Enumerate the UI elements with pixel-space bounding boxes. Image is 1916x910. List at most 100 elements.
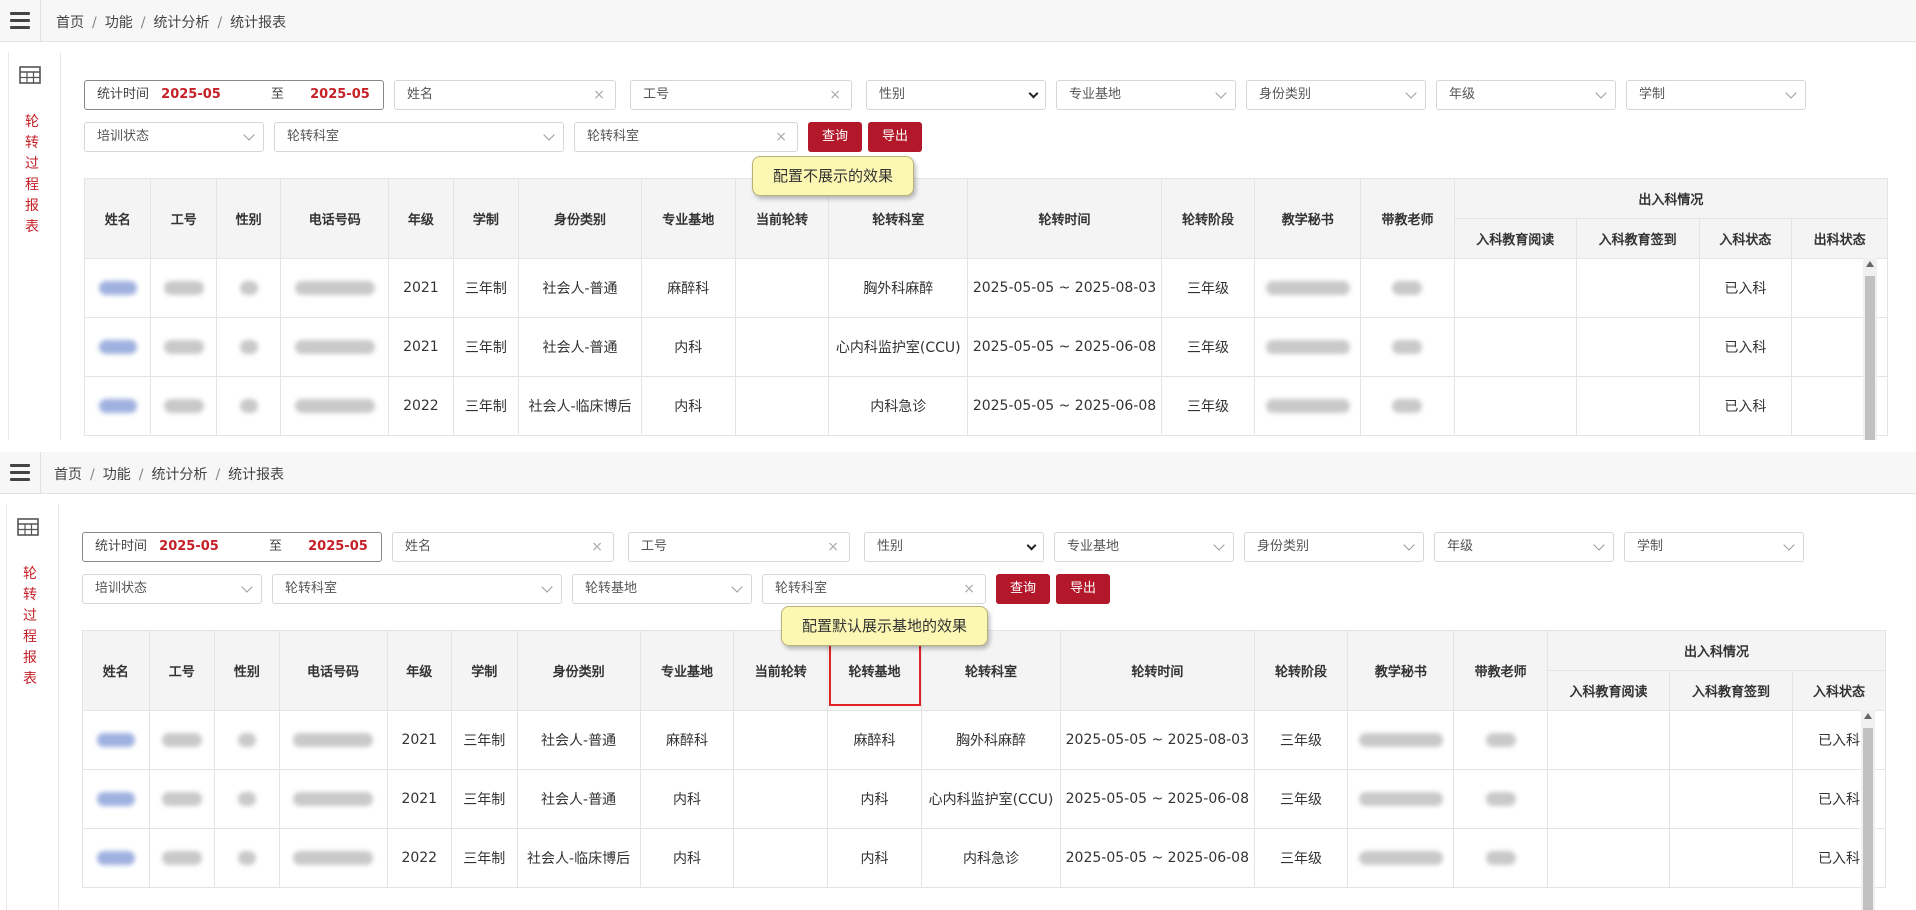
cell-rot-dept: 心内科监护室(CCU)	[920, 769, 1062, 829]
table-icon[interactable]	[17, 518, 39, 536]
col-workno[interactable]: 工号	[148, 630, 216, 711]
col-rot-time[interactable]: 轮转时间	[1060, 630, 1255, 711]
col-teacher[interactable]: 带教老师	[1360, 178, 1455, 259]
menu-toggle-icon[interactable]	[10, 464, 30, 482]
rotation-dept-select[interactable]: 轮转科室	[274, 122, 564, 152]
side-tab-label[interactable]: 轮转过程报表	[23, 564, 39, 690]
name-input[interactable]: 姓名 ×	[394, 80, 616, 110]
gender-select[interactable]: 性别	[866, 80, 1046, 110]
breadcrumb-home[interactable]: 首页	[54, 464, 82, 484]
clear-icon[interactable]: ×	[829, 81, 841, 109]
col-phone[interactable]: 电话号码	[280, 178, 390, 259]
major-base-select[interactable]: 专业基地	[1054, 532, 1234, 562]
col-edu-read[interactable]: 入科教育阅读	[1547, 670, 1671, 711]
col-in-status[interactable]: 入科状态	[1792, 670, 1886, 711]
col-identity[interactable]: 身份类别	[516, 630, 641, 711]
col-grade[interactable]: 年级	[386, 630, 453, 711]
rotation-dept-input[interactable]: 轮转科室 ×	[762, 574, 986, 604]
rotation-dept-select[interactable]: 轮转科室	[272, 574, 562, 604]
col-edu-read[interactable]: 入科教育阅读	[1453, 218, 1577, 259]
date-start[interactable]: 2025-05	[159, 539, 219, 554]
breadcrumb-function[interactable]: 功能	[103, 464, 131, 484]
breadcrumb-statistics[interactable]: 统计分析	[153, 12, 209, 32]
workno-input[interactable]: 工号 ×	[628, 532, 850, 562]
table-scrollbar[interactable]	[1863, 258, 1877, 440]
clear-icon[interactable]: ×	[591, 533, 603, 561]
name-input[interactable]: 姓名 ×	[392, 532, 614, 562]
col-phone[interactable]: 电话号码	[278, 630, 388, 711]
identity-select[interactable]: 身份类别	[1246, 80, 1426, 110]
query-button[interactable]: 查询	[808, 122, 862, 152]
col-grade[interactable]: 年级	[388, 178, 454, 259]
query-button[interactable]: 查询	[996, 574, 1050, 604]
clear-icon[interactable]: ×	[827, 533, 839, 561]
menu-toggle-icon[interactable]	[10, 12, 30, 30]
table-row[interactable]: 2021 三年制 社会人-普通 麻醉科 胸外科麻醉 2025-05-05 ~ 2…	[84, 258, 1888, 318]
date-start[interactable]: 2025-05	[161, 87, 221, 102]
col-edu-sign[interactable]: 入科教育签到	[1669, 670, 1794, 711]
workno-input[interactable]: 工号 ×	[630, 80, 852, 110]
scroll-up-arrow-icon[interactable]	[1864, 713, 1872, 719]
col-gender[interactable]: 性别	[215, 178, 282, 259]
date-range-field[interactable]: 统计时间 2025-05 至 2025-05	[84, 80, 384, 110]
name-link-blurred[interactable]	[98, 340, 137, 354]
col-system[interactable]: 学制	[452, 178, 520, 259]
table-row[interactable]: 2021 三年制 社会人-普通 内科 内科 心内科监护室(CCU) 2025-0…	[82, 769, 1886, 829]
train-status-select[interactable]: 培训状态	[84, 122, 264, 152]
grade-select[interactable]: 年级	[1434, 532, 1614, 562]
gender-placeholder: 性别	[879, 87, 906, 102]
date-end[interactable]: 2025-05	[308, 539, 368, 554]
col-major-base[interactable]: 专业基地	[640, 178, 736, 259]
breadcrumb-statistics[interactable]: 统计分析	[151, 464, 207, 484]
col-identity[interactable]: 身份类别	[518, 178, 642, 259]
col-rot-stage[interactable]: 轮转阶段	[1160, 178, 1256, 259]
col-rot-stage[interactable]: 轮转阶段	[1253, 630, 1349, 711]
scroll-thumb[interactable]	[1863, 728, 1873, 910]
table-icon[interactable]	[19, 66, 41, 84]
name-link-blurred[interactable]	[98, 281, 137, 295]
rotation-base-select[interactable]: 轮转基地	[572, 574, 752, 604]
col-system[interactable]: 学制	[451, 630, 518, 711]
col-workno[interactable]: 工号	[150, 178, 217, 259]
grade-select[interactable]: 年级	[1436, 80, 1616, 110]
identity-select[interactable]: 身份类别	[1244, 532, 1424, 562]
table-row[interactable]: 2021 三年制 社会人-普通 麻醉科 麻醉科 胸外科麻醉 2025-05-05…	[82, 710, 1886, 770]
col-out-status[interactable]: 出科状态	[1791, 218, 1888, 259]
rotation-dept-input[interactable]: 轮转科室 ×	[574, 122, 798, 152]
major-base-select[interactable]: 专业基地	[1056, 80, 1236, 110]
date-range-field[interactable]: 统计时间 2025-05 至 2025-05	[82, 532, 382, 562]
col-gender[interactable]: 性别	[214, 630, 280, 711]
col-secretary[interactable]: 教学秘书	[1347, 630, 1455, 711]
scroll-up-arrow-icon[interactable]	[1866, 261, 1874, 267]
scroll-thumb[interactable]	[1865, 276, 1875, 440]
name-link-blurred[interactable]	[98, 399, 137, 413]
table-row[interactable]: 2021 三年制 社会人-普通 内科 心内科监护室(CCU) 2025-05-0…	[84, 317, 1888, 377]
name-link-blurred[interactable]	[96, 733, 135, 747]
col-teacher[interactable]: 带教老师	[1453, 630, 1549, 711]
breadcrumb-home[interactable]: 首页	[56, 12, 84, 32]
edu-system-select[interactable]: 学制	[1624, 532, 1804, 562]
date-end[interactable]: 2025-05	[310, 87, 370, 102]
gender-select[interactable]: 性别	[864, 532, 1044, 562]
breadcrumb-function[interactable]: 功能	[105, 12, 133, 32]
clear-icon[interactable]: ×	[593, 81, 605, 109]
name-link-blurred[interactable]	[96, 851, 135, 865]
side-tab-label[interactable]: 轮转过程报表	[25, 112, 41, 238]
col-rot-time[interactable]: 轮转时间	[967, 178, 1162, 259]
clear-icon[interactable]: ×	[775, 123, 787, 151]
name-link-blurred[interactable]	[96, 792, 135, 806]
table-scrollbar[interactable]	[1861, 710, 1875, 910]
col-secretary[interactable]: 教学秘书	[1254, 178, 1362, 259]
col-name[interactable]: 姓名	[82, 630, 150, 711]
export-button[interactable]: 导出	[868, 122, 922, 152]
col-name[interactable]: 姓名	[84, 178, 152, 259]
table-row[interactable]: 2022 三年制 社会人-临床博后 内科 内科急诊 2025-05-05 ~ 2…	[84, 376, 1888, 436]
export-button[interactable]: 导出	[1056, 574, 1110, 604]
col-edu-sign[interactable]: 入科教育签到	[1575, 218, 1700, 259]
col-major-base[interactable]: 专业基地	[639, 630, 735, 711]
edu-system-select[interactable]: 学制	[1626, 80, 1806, 110]
table-row[interactable]: 2022 三年制 社会人-临床博后 内科 内科 内科急诊 2025-05-05 …	[82, 828, 1886, 888]
train-status-select[interactable]: 培训状态	[82, 574, 262, 604]
col-in-status[interactable]: 入科状态	[1698, 218, 1793, 259]
clear-icon[interactable]: ×	[963, 575, 975, 603]
